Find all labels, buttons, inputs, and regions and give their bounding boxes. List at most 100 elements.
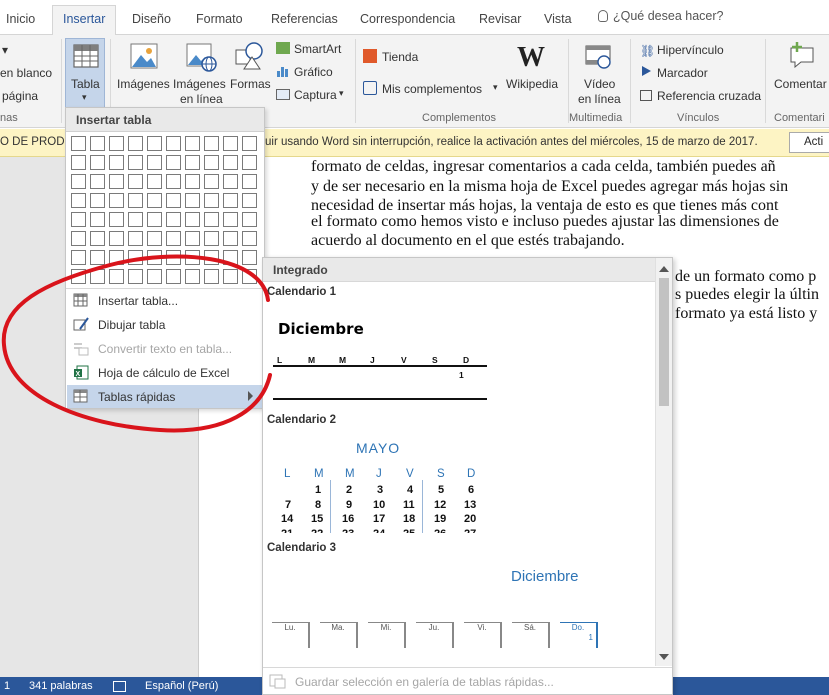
table-grid-cell[interactable] [109,193,124,208]
hyperlink-button[interactable]: Hipervínculo [657,43,724,57]
table-grid-cell[interactable] [90,136,105,151]
proofing-icon[interactable] [113,681,126,692]
table-grid-cell[interactable] [128,136,143,151]
table-grid-cell[interactable] [223,155,238,170]
table-grid-cell[interactable] [185,193,200,208]
table-grid-cell[interactable] [147,174,162,189]
table-grid-cell[interactable] [147,155,162,170]
table-grid-cell[interactable] [185,250,200,265]
table-grid-cell[interactable] [166,212,181,227]
table-grid-cell[interactable] [71,231,86,246]
scroll-down-icon[interactable] [659,654,669,660]
table-grid-cell[interactable] [147,231,162,246]
table-grid-cell[interactable] [185,136,200,151]
table-grid-cell[interactable] [223,136,238,151]
table-grid-cell[interactable] [204,231,219,246]
table-grid-cell[interactable] [185,212,200,227]
tab-vista[interactable]: Vista [544,6,572,35]
table-grid-cell[interactable] [223,231,238,246]
table-grid-cell[interactable] [166,250,181,265]
table-grid-cell[interactable] [204,136,219,151]
smartart-button[interactable]: SmartArt [294,42,341,56]
table-grid-cell[interactable] [242,231,257,246]
table-grid-cell[interactable] [185,174,200,189]
tab-formato[interactable]: Formato [196,6,243,35]
table-grid-cell[interactable] [90,231,105,246]
table-grid-cell[interactable] [90,174,105,189]
table-grid-cell[interactable] [223,250,238,265]
table-grid-cell[interactable] [223,174,238,189]
table-grid-cell[interactable] [204,269,219,284]
table-grid-cell[interactable] [204,174,219,189]
table-grid-cell[interactable] [128,174,143,189]
table-grid-cell[interactable] [242,193,257,208]
table-grid-cell[interactable] [242,136,257,151]
save-to-gallery-item[interactable]: Guardar selección en galería de tablas r… [263,667,672,694]
table-grid-cell[interactable] [204,193,219,208]
table-grid-cell[interactable] [204,212,219,227]
insert-table-menu-item[interactable]: Insertar tabla... [67,289,263,312]
table-grid-cell[interactable] [166,174,181,189]
table-grid-cell[interactable] [166,136,181,151]
table-grid-cell[interactable] [147,250,162,265]
table-grid-cell[interactable] [223,212,238,227]
table-grid-cell[interactable] [71,269,86,284]
table-grid-cell[interactable] [71,136,86,151]
gallery-scrollbar[interactable] [655,258,672,666]
table-grid-cell[interactable] [242,250,257,265]
online-video-button[interactable]: Vídeo [584,77,615,91]
crossref-button[interactable]: Referencia cruzada [657,89,761,103]
calendar-2-preview[interactable]: Calendario 2 MAYO L M M J V S D 1 2 3 4 5 6 7 8 9 10 11 12… [263,408,655,533]
table-grid-cell[interactable] [109,174,124,189]
scroll-up-icon[interactable] [659,266,669,272]
table-grid-cell[interactable] [71,250,86,265]
word-count[interactable]: 341 palabras [29,680,93,692]
comment-button[interactable]: Comentar [774,77,827,91]
table-grid-cell[interactable] [128,155,143,170]
table-grid-cell[interactable] [128,231,143,246]
table-grid-cell[interactable] [185,231,200,246]
table-grid-cell[interactable] [90,269,105,284]
tab-referencias[interactable]: Referencias [271,6,338,35]
table-grid-cell[interactable] [109,250,124,265]
table-grid-cell[interactable] [166,231,181,246]
table-grid-cell[interactable] [204,155,219,170]
page-indicator[interactable]: 1 [4,680,10,692]
table-grid-cell[interactable] [242,174,257,189]
table-grid-cell[interactable] [71,212,86,227]
table-grid-cell[interactable] [90,250,105,265]
tab-inicio[interactable]: Inicio [6,6,35,35]
table-grid-cell[interactable] [166,269,181,284]
table-grid-cell[interactable] [109,212,124,227]
tell-me-box[interactable]: ¿Qué desea hacer? [598,9,724,23]
table-grid-cell[interactable] [71,155,86,170]
table-grid-cell[interactable] [109,155,124,170]
online-images-button[interactable]: Imágenes [173,77,226,91]
quick-tables-menu-item[interactable]: Tablas rápidas [67,385,263,408]
tab-insertar[interactable]: Insertar [52,5,117,36]
chart-button[interactable]: Gráfico [294,65,333,79]
table-grid-cell[interactable] [128,250,143,265]
excel-sheet-menu-item[interactable]: X Hoja de cálculo de Excel [67,361,263,384]
tab-correspondencia[interactable]: Correspondencia [360,6,455,35]
images-button[interactable]: Imágenes [117,77,170,91]
table-grid-cell[interactable] [185,269,200,284]
table-grid-cell[interactable] [147,193,162,208]
chevron-down-icon[interactable]: ▾ [493,82,498,93]
table-grid-cell[interactable] [90,193,105,208]
table-grid-cell[interactable] [128,269,143,284]
table-grid-cell[interactable] [71,174,86,189]
tab-revisar[interactable]: Revisar [479,6,521,35]
table-grid-cell[interactable] [109,269,124,284]
chevron-down-icon[interactable]: ▾ [339,88,344,99]
table-grid-cell[interactable] [242,212,257,227]
draw-table-menu-item[interactable]: Dibujar tabla [67,313,263,336]
shapes-button[interactable]: Formas [230,77,271,91]
table-grid-cell[interactable] [147,136,162,151]
store-button[interactable]: Tienda [382,50,418,64]
table-grid-cell[interactable] [109,136,124,151]
table-grid-cell[interactable] [223,269,238,284]
wikipedia-button[interactable]: Wikipedia [506,77,558,91]
table-grid-cell[interactable] [109,231,124,246]
table-grid-cell[interactable] [166,155,181,170]
